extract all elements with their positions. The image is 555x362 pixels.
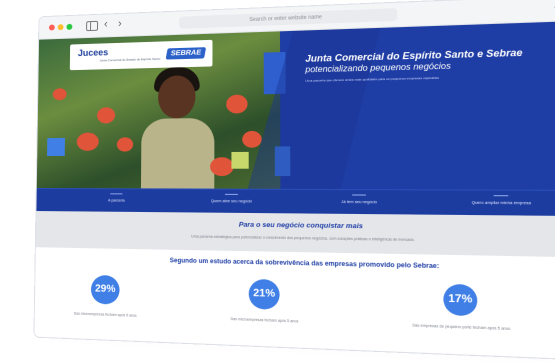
stat-label: Das microempresas fecham após 5 anos	[230, 316, 299, 324]
decor-square	[47, 137, 65, 157]
stat-card: 29% Das microempresas fecham após 5 anos	[45, 274, 168, 319]
nav-item-parceria[interactable]: A parceria	[76, 198, 157, 203]
stat-label: Das microempresas fecham após 5 anos	[73, 311, 137, 318]
stat-card: 17% Das empresas de pequeno porte fecham…	[389, 282, 535, 332]
flower	[52, 88, 67, 101]
sebrae-logo: SEBRAE	[165, 47, 207, 60]
page-stage: ‹ › Search or enter website name +	[0, 0, 555, 362]
stat-card: 21% Das microempresas fecham após 5 anos	[199, 278, 331, 325]
stat-label: Das empresas de pequeno porte fecham apó…	[412, 323, 511, 332]
flower	[210, 157, 234, 177]
browser-window: ‹ › Search or enter website name +	[33, 0, 555, 362]
person-face	[157, 75, 196, 119]
close-window-button[interactable]	[48, 24, 55, 31]
nav-item-ampliar-empresa[interactable]: Quero ampliar minha empresa	[453, 200, 551, 206]
back-icon[interactable]: ‹	[104, 18, 108, 30]
maximize-window-button[interactable]	[66, 23, 73, 30]
person-body	[140, 117, 215, 189]
hero-banner: Jucees Junta Comercial do Estado do Espí…	[36, 20, 555, 190]
stat-value: 21%	[248, 278, 280, 310]
info-band-title: Para o seu negócio conquistar mais	[238, 221, 363, 231]
flower	[226, 94, 248, 114]
study-section: Segundo um estudo acerca da sobrevivênci…	[34, 247, 555, 362]
study-title: Segundo um estudo acerca da sobrevivênci…	[169, 258, 440, 271]
forward-icon[interactable]: ›	[118, 18, 122, 30]
flower	[242, 130, 262, 148]
address-bar[interactable]: Search or enter website name	[179, 8, 398, 29]
stat-value: 17%	[443, 283, 478, 317]
jucees-logo: Jucees	[77, 47, 109, 59]
stat-value: 29%	[90, 274, 120, 305]
minimize-window-button[interactable]	[57, 24, 64, 31]
decor-square	[231, 151, 249, 169]
nav-item-abrir-negocio[interactable]: Quem abre seu negócio	[189, 199, 275, 204]
flower	[116, 137, 134, 152]
flower	[76, 132, 99, 151]
logo-card: Jucees Junta Comercial do Estado do Espí…	[69, 39, 213, 71]
sidebar-toggle-icon[interactable]	[86, 20, 99, 32]
info-band-text: Uma parceria estratégica para potenciali…	[191, 234, 415, 243]
jucees-logo-subtext: Junta Comercial do Estado do Espírito Sa…	[99, 56, 161, 63]
address-bar-placeholder: Search or enter website name	[249, 14, 323, 24]
nav-item-tem-negocio[interactable]: Já tem seu negócio	[314, 200, 406, 205]
flower	[96, 107, 116, 124]
